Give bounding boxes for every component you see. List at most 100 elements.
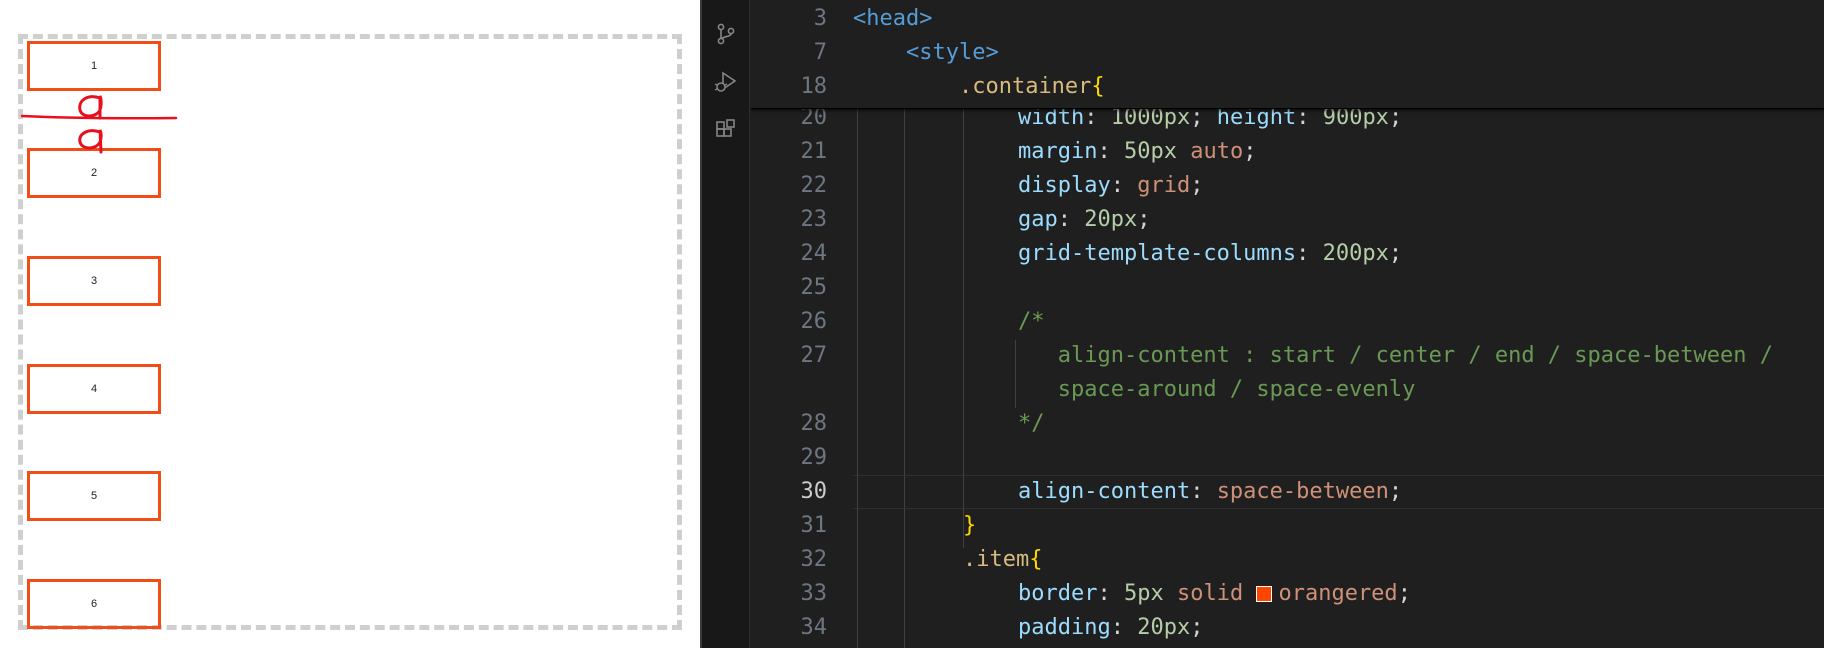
line-number: 33 bbox=[800, 581, 828, 606]
code-token: solid bbox=[1176, 581, 1244, 606]
line-number: 32 bbox=[800, 547, 828, 572]
code-token: border bbox=[1018, 581, 1098, 606]
line-number: 21 bbox=[800, 139, 828, 164]
code-token: : bbox=[1097, 581, 1124, 606]
code-token: orangered bbox=[1278, 581, 1398, 606]
line-number: 29 bbox=[800, 445, 828, 470]
line-number: 25 bbox=[800, 275, 828, 300]
code-line[interactable]: 28 */ bbox=[751, 407, 1824, 441]
code-token: 5px bbox=[1123, 581, 1164, 606]
code-text: border: 5px solid orangered; bbox=[1018, 577, 1411, 611]
code-token: { bbox=[1029, 547, 1043, 572]
code-token: { bbox=[1091, 74, 1105, 99]
code-token: : bbox=[1190, 479, 1217, 504]
code-text: margin: 50px auto; bbox=[1018, 135, 1256, 169]
code-text: gap: 20px; bbox=[1018, 203, 1150, 237]
code-token: : bbox=[1110, 173, 1138, 198]
code-line[interactable]: 24 grid-template-columns: 200px; bbox=[751, 237, 1824, 271]
code-token: .container bbox=[958, 74, 1092, 99]
code-token: /* bbox=[1018, 309, 1045, 334]
activity-bar bbox=[702, 0, 750, 648]
line-number: 7 bbox=[813, 40, 827, 65]
code-token: align-content : start / center / end / s… bbox=[1018, 343, 1773, 368]
line-number: 26 bbox=[800, 309, 828, 334]
code-token: <style> bbox=[905, 40, 999, 65]
code-token: */ bbox=[1018, 411, 1045, 436]
color-swatch[interactable] bbox=[1256, 586, 1273, 602]
code-text: display: grid; bbox=[1018, 169, 1203, 203]
code-text: /* bbox=[1018, 305, 1045, 339]
code-token: space-between bbox=[1216, 479, 1389, 504]
grid-item-3: 3 bbox=[27, 256, 161, 306]
code-line[interactable]: 32 .item{ bbox=[751, 543, 1824, 577]
grid-item-6: 6 bbox=[27, 579, 161, 629]
source-control-icon[interactable] bbox=[714, 22, 738, 46]
line-number: 28 bbox=[800, 411, 828, 436]
grid-item-4: 4 bbox=[27, 364, 161, 414]
code-text: .container{ bbox=[853, 70, 1105, 104]
code-token: padding bbox=[1018, 615, 1111, 640]
code-line[interactable]: 29 bbox=[751, 441, 1824, 475]
grid-item-5: 5 bbox=[27, 471, 161, 521]
code-token: : bbox=[1110, 615, 1138, 640]
code-text: grid-template-columns: 200px; bbox=[1018, 237, 1402, 271]
code-token: ; bbox=[1190, 615, 1204, 640]
code-token: ; bbox=[1388, 479, 1403, 504]
run-debug-icon[interactable] bbox=[714, 70, 738, 94]
code-token: margin bbox=[1018, 139, 1098, 164]
code-text: space-around / space-evenly bbox=[1018, 373, 1416, 407]
code-line[interactable]: 22 display: grid; bbox=[751, 169, 1824, 203]
code-text: align-content : start / center / end / s… bbox=[1018, 339, 1773, 373]
code-line[interactable]: 23 gap: 20px; bbox=[751, 203, 1824, 237]
code-token: .item bbox=[963, 547, 1030, 572]
code-token: align-content bbox=[1018, 479, 1191, 504]
code-text: <style> bbox=[853, 36, 999, 70]
code-line[interactable]: 18 .container{ bbox=[751, 70, 1824, 104]
code-line[interactable]: 30 align-content: space-between; bbox=[751, 475, 1824, 509]
code-line[interactable]: 27 align-content : start / center / end … bbox=[751, 339, 1824, 373]
code-token: display bbox=[1018, 173, 1111, 198]
code-text: padding: 20px; bbox=[1018, 611, 1203, 645]
code-token: ; bbox=[1137, 207, 1151, 232]
code-line[interactable]: 26 /* bbox=[751, 305, 1824, 339]
code-token: : bbox=[1097, 139, 1124, 164]
grid-item-1: 1 bbox=[27, 41, 161, 91]
grid-container: 1 2 3 4 5 6 bbox=[18, 34, 682, 630]
code-token: ; bbox=[1388, 241, 1403, 266]
browser-preview: 1 2 3 4 5 6 bbox=[0, 0, 700, 648]
code-text: <head> bbox=[853, 2, 932, 36]
code-line[interactable]: 31} bbox=[751, 509, 1824, 543]
code-token: ; bbox=[1190, 173, 1204, 198]
code-text: */ bbox=[1018, 407, 1045, 441]
code-line[interactable]: 3 <head> bbox=[751, 2, 1824, 36]
line-number: 18 bbox=[800, 74, 828, 99]
code-text: align-content: space-between; bbox=[1018, 475, 1402, 509]
code-line[interactable]: 34 padding: 20px; bbox=[751, 611, 1824, 645]
line-number: 31 bbox=[800, 513, 828, 538]
code-token: 20px bbox=[1084, 207, 1138, 232]
line-number: 30 bbox=[800, 479, 828, 504]
line-number: 24 bbox=[800, 241, 828, 266]
code-line[interactable]: 33 border: 5px solid orangered; bbox=[751, 577, 1824, 611]
code-text: .item{ bbox=[963, 543, 1042, 577]
code-token: gap bbox=[1018, 207, 1058, 232]
code-editor[interactable]: 20 width: 1000px; height: 900px; 21 margin:… bbox=[751, 0, 1824, 648]
line-number: 27 bbox=[800, 343, 828, 368]
code-line[interactable]: 21 margin: 50px auto; bbox=[751, 135, 1824, 169]
code-line[interactable]: 25 bbox=[751, 271, 1824, 305]
line-number: 34 bbox=[800, 615, 828, 640]
code-text: } bbox=[963, 509, 976, 543]
code-token: : bbox=[1057, 207, 1085, 232]
extensions-icon[interactable] bbox=[714, 118, 738, 142]
line-number: 22 bbox=[800, 173, 828, 198]
code-token: <head> bbox=[853, 6, 933, 31]
code-line[interactable]: space-around / space-evenly bbox=[751, 373, 1824, 407]
code-token: ; bbox=[1243, 139, 1257, 164]
grid-item-2: 2 bbox=[27, 148, 161, 198]
code-token: 50px bbox=[1123, 139, 1177, 164]
line-number: 23 bbox=[800, 207, 828, 232]
code-line[interactable]: 7 <style> bbox=[751, 36, 1824, 70]
